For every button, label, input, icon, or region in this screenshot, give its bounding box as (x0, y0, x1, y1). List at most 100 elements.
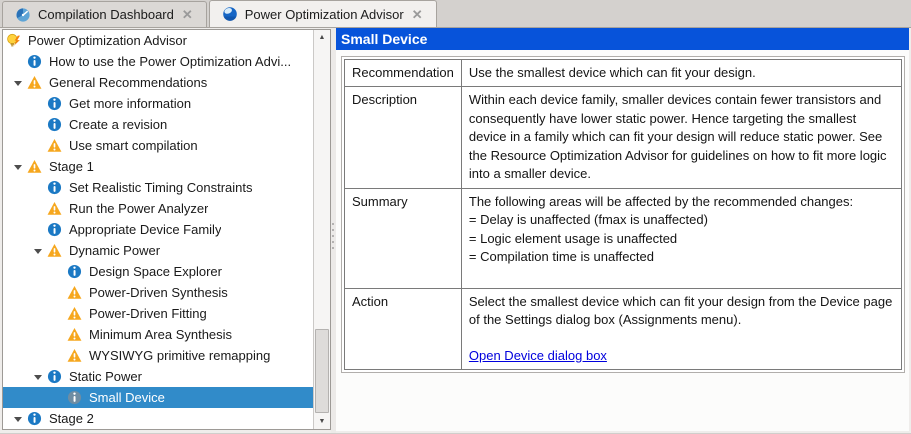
info-icon (47, 180, 64, 196)
tree-item-create-a-revision[interactable]: Create a revision (3, 114, 313, 135)
row-value-line: = Compilation time is unaffected (468, 249, 655, 265)
tree-item-label: Dynamic Power (69, 243, 161, 258)
close-icon[interactable]: ✕ (181, 8, 194, 21)
expander-icon[interactable] (14, 80, 22, 86)
scrollbar-thumb[interactable] (315, 329, 329, 414)
tree-item-run-the-power-analyzer[interactable]: Run the Power Analyzer (3, 198, 313, 219)
row-label: Summary (344, 187, 462, 289)
tree-item-label: Static Power (69, 369, 142, 384)
tab-label: Compilation Dashboard (38, 7, 174, 22)
tree-item-how-to-use-the-power-optimization-advi[interactable]: How to use the Power Optimization Advi..… (3, 51, 313, 72)
warning-icon (47, 138, 64, 154)
tree-item-label: Set Realistic Timing Constraints (69, 180, 253, 195)
row-value-line: = Logic element usage is unaffected (468, 230, 678, 246)
tree-item-dynamic-power[interactable]: Dynamic Power (3, 240, 313, 261)
tree-item-label: Minimum Area Synthesis (89, 327, 233, 342)
tab-power-optimization-advisor[interactable]: Power Optimization Advisor ✕ (208, 0, 437, 27)
tree-item-get-more-information[interactable]: Get more information (3, 93, 313, 114)
info-icon (47, 369, 64, 385)
expander-icon[interactable] (14, 164, 22, 170)
tree-item-stage-1[interactable]: Stage 1 (3, 156, 313, 177)
row-value: The following areas will be affected by … (460, 187, 903, 289)
tab-bar: Compilation Dashboard ✕ Power Optimizati… (0, 0, 911, 28)
tree-item-label: Power Optimization Advisor (28, 33, 187, 48)
warning-icon (47, 243, 64, 259)
info-icon (67, 264, 84, 280)
tab-label: Power Optimization Advisor (244, 6, 404, 22)
tree-item-label: Power-Driven Synthesis (89, 285, 228, 300)
warning-icon (27, 75, 44, 91)
table-row: Description Within each device family, sm… (344, 86, 903, 189)
tree-item-label: WYSIWYG primitive remapping (89, 348, 271, 363)
tree-scrollbar[interactable]: ▲ ▼ (313, 30, 330, 429)
tree-item-power-optimization-advisor[interactable]: Power Optimization Advisor (3, 30, 313, 51)
info-icon (27, 54, 44, 70)
tree-item-label: Stage 1 (49, 159, 94, 174)
row-value-line: Select the smallest device which can fit… (468, 293, 893, 328)
open-device-dialog-link[interactable]: Open Device dialog box (469, 347, 607, 365)
tree-item-appropriate-device-family[interactable]: Appropriate Device Family (3, 219, 313, 240)
tree-item-general-recommendations[interactable]: General Recommendations (3, 72, 313, 93)
tree-item-design-space-explorer[interactable]: Design Space Explorer (3, 261, 313, 282)
tree-item-static-power[interactable]: Static Power (3, 366, 313, 387)
tree-item-power-driven-synthesis[interactable]: Power-Driven Synthesis (3, 282, 313, 303)
info-icon (47, 222, 64, 238)
row-value-line: The following areas will be affected by … (468, 193, 854, 209)
tree-item-label: Design Space Explorer (89, 264, 222, 279)
tree-item-wysiwyg-primitive-remapping[interactable]: WYSIWYG primitive remapping (3, 345, 313, 366)
detail-table-frame: Recommendation Use the smallest device wh… (341, 56, 905, 374)
row-value-line: Within each device family, smaller devic… (468, 92, 887, 182)
warning-icon (67, 327, 84, 343)
tree-item-minimum-area-synthesis[interactable]: Minimum Area Synthesis (3, 324, 313, 345)
tree-item-use-smart-compilation[interactable]: Use smart compilation (3, 135, 313, 156)
table-row: Recommendation Use the smallest device wh… (344, 58, 903, 88)
warning-icon (67, 285, 84, 301)
expander-icon[interactable] (34, 374, 42, 380)
tree-item-label: Small Device (89, 390, 165, 405)
info-icon (47, 117, 64, 133)
warning-icon (47, 201, 64, 217)
scroll-down-icon[interactable]: ▼ (314, 414, 330, 429)
power-advisor-icon (222, 6, 238, 22)
tree-item-label: Run the Power Analyzer (69, 201, 209, 216)
tree-item-label: Power-Driven Fitting (89, 306, 207, 321)
expander-icon[interactable] (14, 416, 22, 422)
row-value: Use the smallest device which can fit yo… (460, 58, 903, 88)
tree-item-power-driven-fitting[interactable]: Power-Driven Fitting (3, 303, 313, 324)
table-row: Summary The following areas will be affec… (344, 187, 903, 289)
detail-panel: Small Device Recommendation Use the small… (336, 28, 909, 431)
splitter-handle-icon (332, 223, 334, 249)
close-icon[interactable]: ✕ (411, 8, 424, 21)
warning-icon (27, 159, 44, 175)
advisor-bulb-icon (6, 33, 23, 49)
tree-item-stage-2[interactable]: Stage 2 (3, 408, 313, 429)
tree-item-label: General Recommendations (49, 75, 208, 90)
tree-item-small-device[interactable]: Small Device (3, 387, 313, 408)
info-icon (27, 411, 44, 427)
tree-item-label: Use smart compilation (69, 138, 198, 153)
info-icon (67, 390, 84, 406)
table-row: Action Select the smallest device which c… (344, 287, 903, 371)
power-advisor-window: Compilation Dashboard ✕ Power Optimizati… (0, 0, 911, 434)
row-value-line: = Delay is unaffected (fmax is unaffecte… (468, 212, 708, 228)
tree-item-label: How to use the Power Optimization Advi..… (49, 54, 292, 69)
tree-item-label: Stage 2 (49, 411, 94, 426)
tree-item-label: Create a revision (69, 117, 168, 132)
tree-item-set-realistic-timing-constraints[interactable]: Set Realistic Timing Constraints (3, 177, 313, 198)
warning-icon (67, 306, 84, 322)
scroll-up-icon[interactable]: ▲ (314, 30, 330, 45)
row-label: Action (344, 287, 462, 371)
row-value: Select the smallest device which can fit… (460, 287, 903, 371)
row-label: Recommendation (344, 58, 462, 88)
tree-item-label: Appropriate Device Family (69, 222, 222, 237)
compilation-dashboard-icon (15, 7, 31, 23)
warning-icon (67, 348, 84, 364)
detail-table: Recommendation Use the smallest device wh… (344, 58, 903, 371)
detail-title: Small Device (336, 28, 909, 50)
expander-icon[interactable] (34, 248, 42, 254)
tab-compilation-dashboard[interactable]: Compilation Dashboard ✕ (2, 1, 207, 27)
info-icon (47, 96, 64, 112)
advisor-tree-panel: Power Optimization Advisor How to use the… (2, 29, 331, 430)
row-value: Within each device family, smaller devic… (460, 86, 903, 189)
tree-item-label: Get more information (69, 96, 192, 111)
